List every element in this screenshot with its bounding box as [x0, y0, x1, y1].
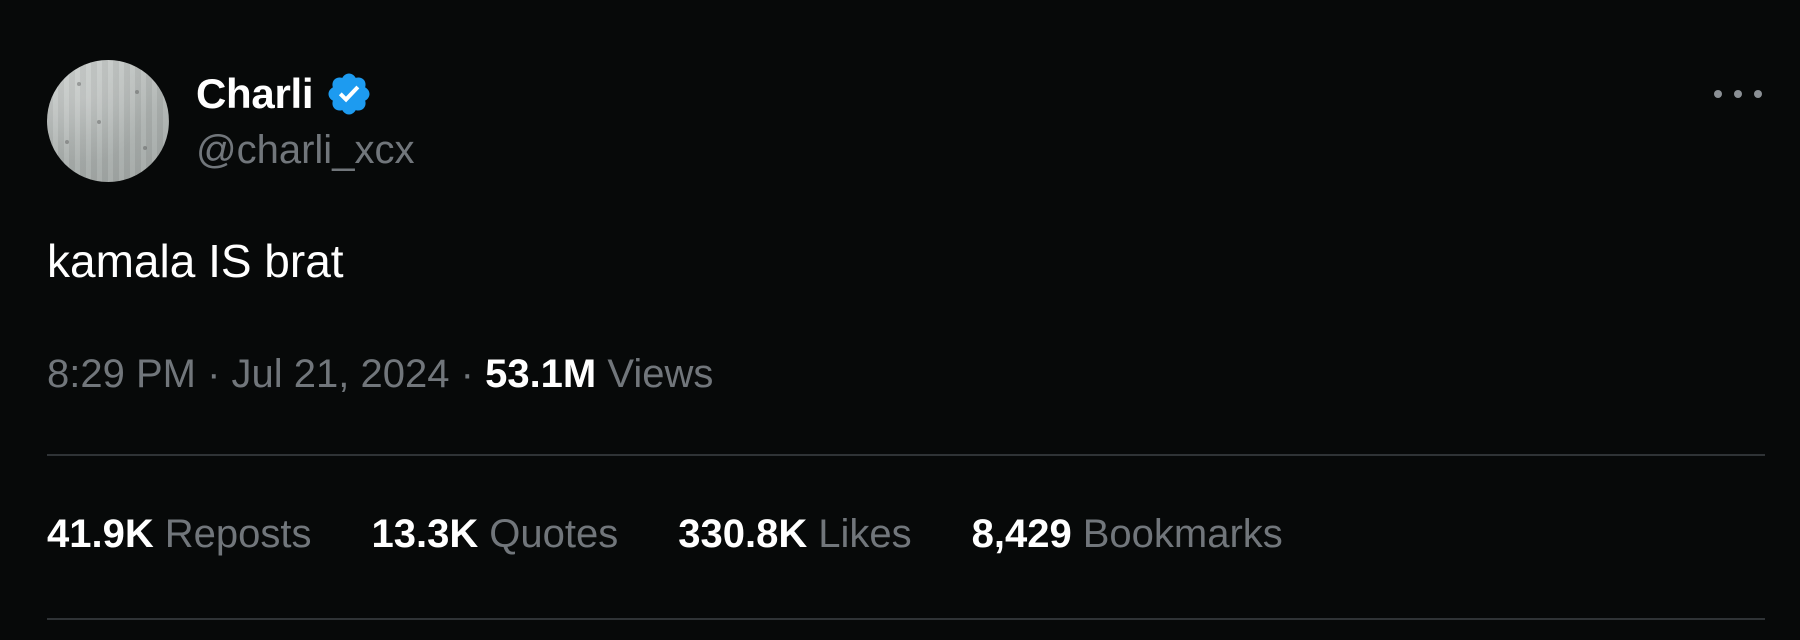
engagement-stats: 41.9K Reposts 13.3K Quotes 330.8K Likes … — [47, 512, 1343, 557]
stat-likes[interactable]: 330.8K Likes — [678, 512, 911, 557]
stat-label: Bookmarks — [1082, 512, 1283, 556]
divider — [47, 454, 1765, 456]
stat-reposts[interactable]: 41.9K Reposts — [47, 512, 312, 557]
tweet-text: kamala IS brat — [47, 235, 344, 287]
tweet-card: Charli @charli_xcx kamala IS brat 8:29 P… — [0, 0, 1800, 640]
author-display-name[interactable]: Charli — [196, 70, 314, 118]
more-dot — [1754, 90, 1762, 98]
divider — [47, 618, 1765, 620]
views-label: Views — [607, 352, 714, 396]
stat-label: Reposts — [164, 512, 312, 556]
stat-count: 13.3K — [371, 512, 479, 556]
stat-count: 8,429 — [971, 512, 1072, 556]
tweet-date[interactable]: Jul 21, 2024 — [232, 352, 450, 396]
stat-bookmarks[interactable]: 8,429 Bookmarks — [972, 512, 1283, 557]
stat-count: 330.8K — [678, 512, 808, 556]
tweet-time[interactable]: 8:29 PM — [47, 352, 196, 396]
stat-count: 41.9K — [47, 512, 154, 556]
views-count: 53.1M — [485, 352, 597, 396]
author-name-row: Charli — [196, 64, 373, 124]
stat-label: Quotes — [489, 512, 619, 556]
meta-separator: · — [460, 352, 474, 396]
meta-separator: · — [207, 352, 221, 396]
more-options-icon[interactable] — [1714, 84, 1762, 104]
avatar[interactable] — [47, 60, 169, 182]
more-dot — [1734, 90, 1742, 98]
verified-badge-icon — [328, 73, 370, 115]
stat-label: Likes — [818, 512, 912, 556]
tweet-meta: 8:29 PM · Jul 21, 2024 · 53.1M Views — [47, 352, 713, 397]
more-dot — [1714, 90, 1722, 98]
author-handle[interactable]: @charli_xcx — [196, 128, 414, 173]
stat-quotes[interactable]: 13.3K Quotes — [372, 512, 619, 557]
